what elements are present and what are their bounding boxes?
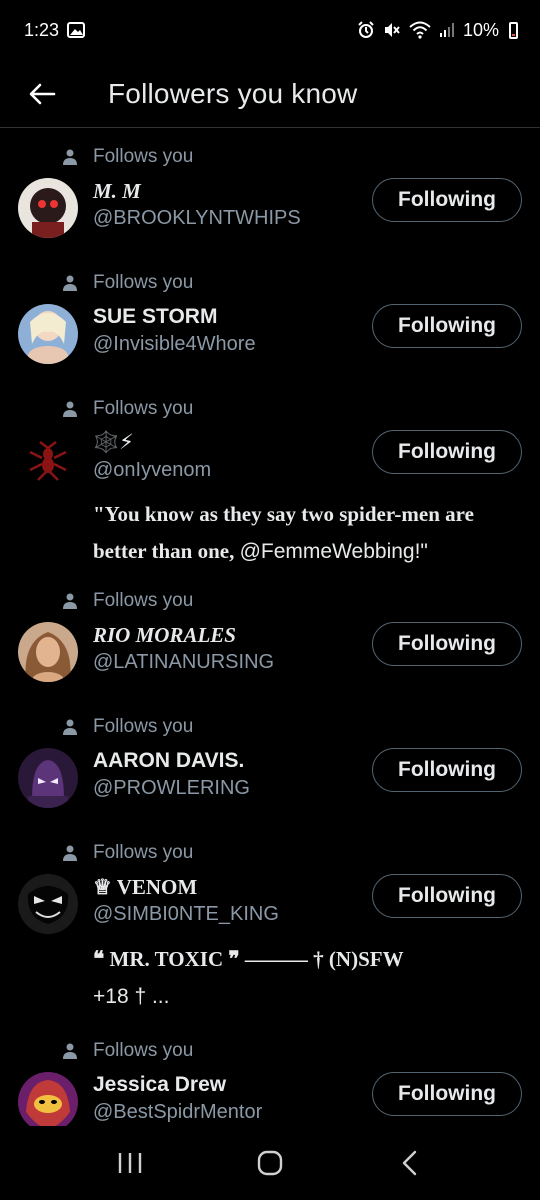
alarm-icon	[357, 21, 375, 39]
user-handle[interactable]: @BestSpidrMentor	[93, 1098, 372, 1126]
follows-you-indicator: Follows you	[62, 272, 522, 294]
user-handle[interactable]: @onIyvenom	[93, 456, 372, 484]
list-item[interactable]: Follows you SUE STORM @Invisible4Whore F…	[0, 254, 540, 380]
avatar[interactable]	[18, 622, 78, 682]
following-button[interactable]: Following	[372, 622, 522, 666]
avatar[interactable]	[18, 178, 78, 238]
top-app-bar: Followers you know	[0, 60, 540, 128]
follows-you-label: Follows you	[93, 590, 194, 611]
chevron-left-icon	[402, 1150, 417, 1176]
bio-line: +18 † ...	[93, 985, 170, 1008]
back-button[interactable]	[12, 64, 72, 124]
user-handle[interactable]: @LATINANURSING	[93, 648, 372, 676]
home-icon	[257, 1150, 283, 1176]
display-name[interactable]: Jessica Drew	[93, 1072, 372, 1098]
following-button[interactable]: Following	[372, 430, 522, 474]
list-item[interactable]: Follows you ♕ VENOM @SIMBI0NTE_KING Foll…	[0, 824, 540, 1022]
wifi-icon	[409, 21, 431, 39]
avatar[interactable]	[18, 1072, 78, 1126]
status-time: 1:23	[24, 19, 60, 40]
person-icon	[62, 593, 78, 609]
list-item[interactable]: Follows you RIO MORALES @LATINANURSING F…	[0, 572, 540, 698]
follows-you-label: Follows you	[93, 1040, 194, 1061]
system-back-button[interactable]	[380, 1133, 440, 1193]
user-handle[interactable]: @SIMBI0NTE_KING	[93, 900, 372, 928]
follows-you-indicator: Follows you	[62, 842, 522, 864]
avatar[interactable]	[18, 304, 78, 364]
person-icon	[62, 149, 78, 165]
user-handle[interactable]: @BROOKLYNTWHIPS	[93, 204, 372, 232]
following-button[interactable]: Following	[372, 178, 522, 222]
arrow-left-icon	[29, 83, 56, 104]
follows-you-label: Follows you	[93, 842, 194, 863]
user-handle[interactable]: @Invisible4Whore	[93, 330, 372, 358]
follows-you-indicator: Follows you	[62, 1040, 522, 1062]
display-name[interactable]: SUE STORM	[93, 304, 372, 330]
user-bio: ❝ MR. TOXIC ❞ ——— † (N)SFW +18 † ...	[93, 940, 522, 1016]
display-name[interactable]: M. M	[93, 178, 372, 204]
list-item[interactable]: Follows you 🕸️⚡ @onIyvenom Following "Yo…	[0, 380, 540, 572]
follows-you-label: Follows you	[93, 716, 194, 737]
list-item[interactable]: Follows you AARON DAVIS. @PROWLERING Fol…	[0, 698, 540, 824]
page-title: Followers you know	[108, 77, 358, 109]
avatar[interactable]	[18, 430, 78, 490]
display-name[interactable]: RIO MORALES	[93, 622, 372, 648]
follows-you-indicator: Follows you	[62, 146, 522, 168]
user-bio: "You know as they say two spider-men are…	[93, 496, 522, 570]
display-name[interactable]: 🕸️⚡	[93, 430, 372, 456]
display-name[interactable]: ♕ VENOM	[93, 874, 372, 900]
person-icon	[62, 275, 78, 291]
following-button[interactable]: Following	[372, 304, 522, 348]
person-icon	[62, 401, 78, 417]
following-button[interactable]: Following	[372, 1072, 522, 1116]
list-item[interactable]: Follows you Jessica Drew @BestSpidrMento…	[0, 1022, 540, 1126]
person-icon	[62, 845, 78, 861]
person-icon	[62, 1043, 78, 1059]
following-button[interactable]: Following	[372, 874, 522, 918]
bio-line: ❝ MR. TOXIC ❞ ——— † (N)SFW	[93, 947, 404, 971]
person-icon	[62, 719, 78, 735]
follows-you-indicator: Follows you	[62, 716, 522, 738]
status-bar: 1:23 10%	[0, 0, 540, 60]
list-item[interactable]: Follows you M. M @BROOKLYNTWHIPS Followi…	[0, 128, 540, 254]
home-button[interactable]	[240, 1133, 300, 1193]
recent-apps-button[interactable]	[100, 1133, 160, 1193]
system-navigation-bar	[0, 1126, 540, 1200]
user-handle[interactable]: @PROWLERING	[93, 774, 372, 802]
follows-you-indicator: Follows you	[62, 398, 522, 420]
signal-icon	[439, 22, 455, 38]
bio-mention-link[interactable]: @FemmeWebbing!"	[240, 540, 428, 563]
avatar[interactable]	[18, 874, 78, 934]
gallery-notification-icon	[67, 22, 86, 38]
battery-percent: 10%	[462, 19, 499, 40]
follows-you-label: Follows you	[93, 398, 194, 419]
followers-list[interactable]: Follows you M. M @BROOKLYNTWHIPS Followi…	[0, 128, 540, 1126]
battery-icon	[509, 21, 518, 39]
follows-you-label: Follows you	[93, 146, 194, 167]
avatar[interactable]	[18, 748, 78, 808]
recent-apps-icon	[118, 1153, 142, 1173]
display-name[interactable]: AARON DAVIS.	[93, 748, 372, 774]
follows-you-indicator: Follows you	[62, 590, 522, 612]
following-button[interactable]: Following	[372, 748, 522, 792]
follows-you-label: Follows you	[93, 272, 194, 293]
mute-icon	[383, 21, 401, 39]
